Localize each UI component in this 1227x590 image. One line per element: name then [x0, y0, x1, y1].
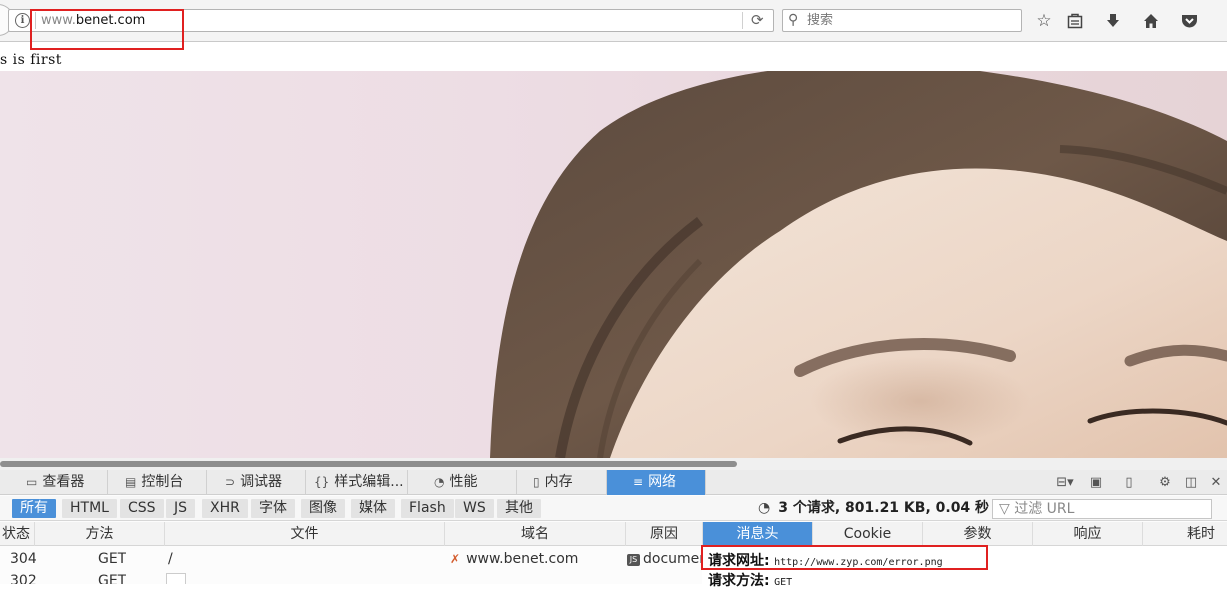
url-text[interactable]: www.benet.com	[41, 13, 145, 28]
request-file: /	[168, 551, 173, 567]
search-icon: ⚲	[788, 12, 799, 28]
network-icon: ≡	[633, 475, 644, 489]
search-placeholder: 搜索	[807, 13, 834, 28]
col-domain[interactable]: 域名	[445, 522, 626, 546]
portrait-image	[0, 71, 1227, 458]
devtools-tabbar: ▭ 查看器 ▤ 控制台 ⊃ 调试器 {} 样式编辑... ◔ 性能 ▯ 内存 ≡ 网络 ⊟▾ …	[0, 470, 1227, 495]
request-status: 304	[10, 551, 37, 567]
tab-network[interactable]: ≡ 网络	[607, 470, 706, 495]
filter-media[interactable]: 媒体	[351, 499, 395, 518]
stopwatch-icon: ◔	[758, 500, 771, 516]
search-bar[interactable]: ⚲ 搜索	[782, 9, 1022, 32]
browser-toolbar: i www.benet.com ⟳ ⚲ 搜索 ☆	[0, 0, 1227, 42]
request-method: GET	[98, 573, 127, 584]
request-status: 302	[10, 573, 37, 584]
reload-icon[interactable]: ⟳	[751, 12, 764, 29]
tab-response[interactable]: 响应	[1033, 522, 1143, 546]
settings-gear-icon[interactable]: ⚙	[1156, 474, 1174, 491]
tab-cookies[interactable]: Cookie	[813, 522, 923, 546]
network-summary: ◔ 3 个请求, 801.21 KB, 0.04 秒	[758, 500, 990, 516]
tab-params[interactable]: 参数	[923, 522, 1033, 546]
filter-js[interactable]: JS	[166, 499, 196, 518]
filter-other[interactable]: 其他	[497, 499, 541, 518]
headers-detail-panel: 请求网址: http://www.zyp.com/error.png 请求方法:…	[702, 546, 1227, 589]
network-filterbar: 所有 HTML CSS JS XHR 字体 图像 媒体 Flash WS 其他 …	[0, 496, 1227, 521]
tab-headers[interactable]: 消息头	[703, 522, 813, 546]
close-icon[interactable]: ✕	[1207, 474, 1225, 491]
reading-list-icon[interactable]	[1062, 9, 1088, 33]
filter-images[interactable]: 图像	[301, 499, 345, 518]
split-console-icon[interactable]: ▣	[1087, 474, 1105, 491]
devtools-panel: ▭ 查看器 ▤ 控制台 ⊃ 调试器 {} 样式编辑... ◔ 性能 ▯ 内存 ≡ 网络 ⊟▾ …	[0, 470, 1227, 589]
request-method: GET	[98, 551, 127, 567]
bookmark-star-icon[interactable]: ☆	[1031, 9, 1057, 33]
debugger-icon: ⊃	[225, 475, 236, 489]
tab-memory[interactable]: ▯ 内存	[517, 470, 607, 495]
tab-inspector[interactable]: ▭ 查看器	[0, 470, 108, 495]
request-domain: ✗ www.benet.com	[450, 551, 579, 567]
responsive-mode-icon[interactable]: ▯	[1120, 474, 1138, 491]
tab-debugger[interactable]: ⊃ 调试器	[207, 470, 306, 495]
url-bar[interactable]: i www.benet.com ⟳	[8, 9, 774, 32]
scrollbar-thumb[interactable]	[0, 461, 737, 467]
filter-fonts[interactable]: 字体	[251, 499, 295, 518]
request-column-headers: 状态 方法 文件 域名 原因 消息头 Cookie 参数 响应 耗时	[0, 522, 1227, 546]
horizontal-scrollbar[interactable]	[0, 458, 1227, 470]
inspector-icon: ▭	[26, 475, 38, 489]
col-cause[interactable]: 原因	[626, 522, 703, 546]
tab-timings[interactable]: 耗时	[1143, 522, 1227, 546]
performance-icon: ◔	[434, 475, 445, 489]
request-url-line: 请求网址: http://www.zyp.com/error.png	[708, 553, 943, 569]
tab-console[interactable]: ▤ 控制台	[108, 470, 207, 495]
filter-html[interactable]: HTML	[62, 499, 117, 518]
col-method[interactable]: 方法	[35, 522, 165, 546]
tab-style-editor[interactable]: {} 样式编辑...	[306, 470, 408, 495]
dock-side-icon[interactable]: ◫	[1182, 474, 1200, 491]
col-status[interactable]: 状态	[0, 522, 35, 546]
style-editor-icon: {}	[314, 475, 330, 489]
filter-ws[interactable]: WS	[455, 499, 494, 518]
info-icon[interactable]: i	[15, 13, 30, 28]
memory-icon: ▯	[533, 475, 540, 489]
insecure-lock-icon: ✗	[450, 552, 461, 566]
js-icon: JS	[627, 554, 640, 566]
request-method-line: 请求方法: GET	[708, 573, 793, 589]
download-icon[interactable]	[1100, 9, 1126, 33]
col-file[interactable]: 文件	[165, 522, 445, 546]
request-cause: JSdocument	[627, 547, 701, 571]
tab-performance[interactable]: ◔ 性能	[408, 470, 517, 495]
pocket-icon[interactable]	[1176, 9, 1202, 33]
table-row[interactable]: 304 GET / ✗www.benet.com JSdocument	[0, 547, 701, 571]
thumbnail-preview	[166, 573, 186, 584]
filter-css[interactable]: CSS	[120, 499, 164, 518]
table-row[interactable]: 302 GET	[0, 571, 700, 584]
home-icon[interactable]	[1138, 9, 1164, 33]
url-divider	[35, 12, 36, 29]
filter-all[interactable]: 所有	[12, 499, 56, 518]
filter-xhr[interactable]: XHR	[202, 499, 248, 518]
filter-flash[interactable]: Flash	[401, 499, 454, 518]
filter-url-input[interactable]: ▽ 过滤 URL	[992, 499, 1212, 519]
page-text: s is first	[0, 52, 62, 68]
url-divider-right	[742, 12, 743, 29]
layout-dropdown-icon[interactable]: ⊟▾	[1054, 474, 1076, 491]
console-icon: ▤	[125, 475, 137, 489]
filter-funnel-icon: ▽	[999, 501, 1010, 517]
